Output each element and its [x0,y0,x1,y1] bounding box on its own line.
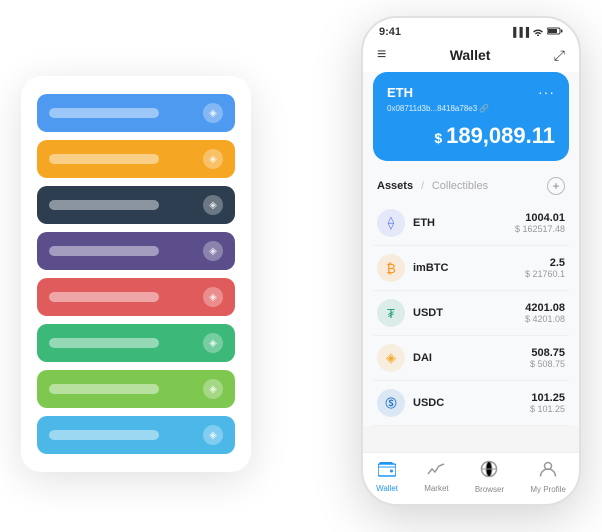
tab-separator: / [421,181,424,192]
expand-icon[interactable]: ⤢ [554,47,565,64]
signal-icon: ▐▐▐ [510,27,529,37]
eth-amount: 1004.01 [515,212,565,224]
token-list: ⟠ ETH 1004.01 $ 162517.48 ₿ imBTC 2.5 $ … [363,201,579,426]
status-icons: ▐▐▐ [510,27,563,38]
usdc-amount: 101.25 [530,392,565,404]
card-label [49,108,159,118]
phone-header: ≡ Wallet ⤢ [363,42,579,72]
card-icon: ◈ [203,287,223,307]
assets-tabs: Assets / Collectibles [377,180,488,192]
card-label [49,246,159,256]
nav-browser[interactable]: Browser [475,460,504,494]
card-icon: ◈ [203,241,223,261]
eth-banner-top: ETH ··· [387,84,555,100]
token-name-imbtc: imBTC [413,262,525,274]
imbtc-amounts: 2.5 $ 21760.1 [525,257,565,279]
browser-nav-label: Browser [475,485,504,494]
eth-icon: ⟠ [377,209,405,237]
eth-banner-card[interactable]: ETH ··· 0x08711d3b...8418a78e3 🔗 $ 189,0… [373,72,569,161]
dai-icon: ◈ [377,344,405,372]
scene: ◈ ◈ ◈ ◈ ◈ ◈ ◈ ◈ [21,16,581,516]
usdc-usd: $ 101.25 [530,404,565,414]
page-title: Wallet [450,47,491,63]
list-item[interactable]: ◈ [37,416,235,454]
token-row-usdc[interactable]: Ⓢ USDC 101.25 $ 101.25 [373,381,569,426]
usdt-usd: $ 4201.08 [525,314,565,324]
card-label [49,200,159,210]
token-row-dai[interactable]: ◈ DAI 508.75 $ 508.75 [373,336,569,381]
dai-amounts: 508.75 $ 508.75 [530,347,565,369]
dai-usd: $ 508.75 [530,359,565,369]
imbtc-usd: $ 21760.1 [525,269,565,279]
card-icon: ◈ [203,379,223,399]
nav-wallet[interactable]: Wallet [376,461,398,493]
token-row-imbtc[interactable]: ₿ imBTC 2.5 $ 21760.1 [373,246,569,291]
profile-nav-icon [539,460,557,483]
assets-header: Assets / Collectibles + [363,171,579,201]
usdt-amounts: 4201.08 $ 4201.08 [525,302,565,324]
phone-mockup: 9:41 ▐▐▐ ≡ Wallet ⤢ ETH ·· [361,16,581,506]
card-label [49,292,159,302]
eth-banner-label: ETH [387,85,413,100]
list-item[interactable]: ◈ [37,186,235,224]
eth-balance: $ 189,089.11 [387,123,555,149]
eth-usd: $ 162517.48 [515,224,565,234]
list-item[interactable]: ◈ [37,324,235,362]
list-item[interactable]: ◈ [37,232,235,270]
card-icon: ◈ [203,425,223,445]
profile-nav-label: My Profile [530,485,566,494]
phone-body: ETH ··· 0x08711d3b...8418a78e3 🔗 $ 189,0… [363,72,579,426]
card-icon: ◈ [203,149,223,169]
eth-amounts: 1004.01 $ 162517.48 [515,212,565,234]
card-label [49,154,159,164]
balance-value: 189,089.11 [446,123,555,148]
status-time: 9:41 [379,26,401,38]
battery-icon [547,27,563,37]
wifi-icon [532,27,544,38]
card-icon: ◈ [203,333,223,353]
market-nav-icon [427,461,445,482]
card-icon: ◈ [203,195,223,215]
usdt-icon: ₮ [377,299,405,327]
token-name-usdt: USDT [413,307,525,319]
token-name-eth: ETH [413,217,515,229]
wallet-nav-icon [378,461,396,482]
menu-icon[interactable]: ≡ [377,46,386,64]
token-name-usdc: USDC [413,397,530,409]
card-label [49,338,159,348]
imbtc-icon: ₿ [377,254,405,282]
usdt-amount: 4201.08 [525,302,565,314]
eth-banner-menu[interactable]: ··· [538,84,555,100]
add-asset-button[interactable]: + [547,177,565,195]
currency-symbol: $ [434,130,446,146]
card-icon: ◈ [203,103,223,123]
list-item[interactable]: ◈ [37,370,235,408]
token-row-eth[interactable]: ⟠ ETH 1004.01 $ 162517.48 [373,201,569,246]
token-name-dai: DAI [413,352,530,364]
nav-profile[interactable]: My Profile [530,460,566,494]
token-row-usdt[interactable]: ₮ USDT 4201.08 $ 4201.08 [373,291,569,336]
list-item[interactable]: ◈ [37,94,235,132]
bottom-nav: Wallet Market Browser My Profile [363,452,579,504]
wallet-nav-label: Wallet [376,484,398,493]
dai-amount: 508.75 [530,347,565,359]
market-nav-label: Market [424,484,448,493]
eth-address: 0x08711d3b...8418a78e3 🔗 [387,104,555,113]
browser-nav-icon [480,460,498,483]
usdc-amounts: 101.25 $ 101.25 [530,392,565,414]
list-item[interactable]: ◈ [37,140,235,178]
wallet-cards-panel: ◈ ◈ ◈ ◈ ◈ ◈ ◈ ◈ [21,76,251,472]
card-label [49,384,159,394]
imbtc-amount: 2.5 [525,257,565,269]
list-item[interactable]: ◈ [37,278,235,316]
usdc-icon: Ⓢ [377,389,405,417]
status-bar: 9:41 ▐▐▐ [363,18,579,42]
tab-assets[interactable]: Assets [377,180,413,192]
card-label [49,430,159,440]
tab-collectibles[interactable]: Collectibles [432,180,488,192]
nav-market[interactable]: Market [424,461,448,493]
